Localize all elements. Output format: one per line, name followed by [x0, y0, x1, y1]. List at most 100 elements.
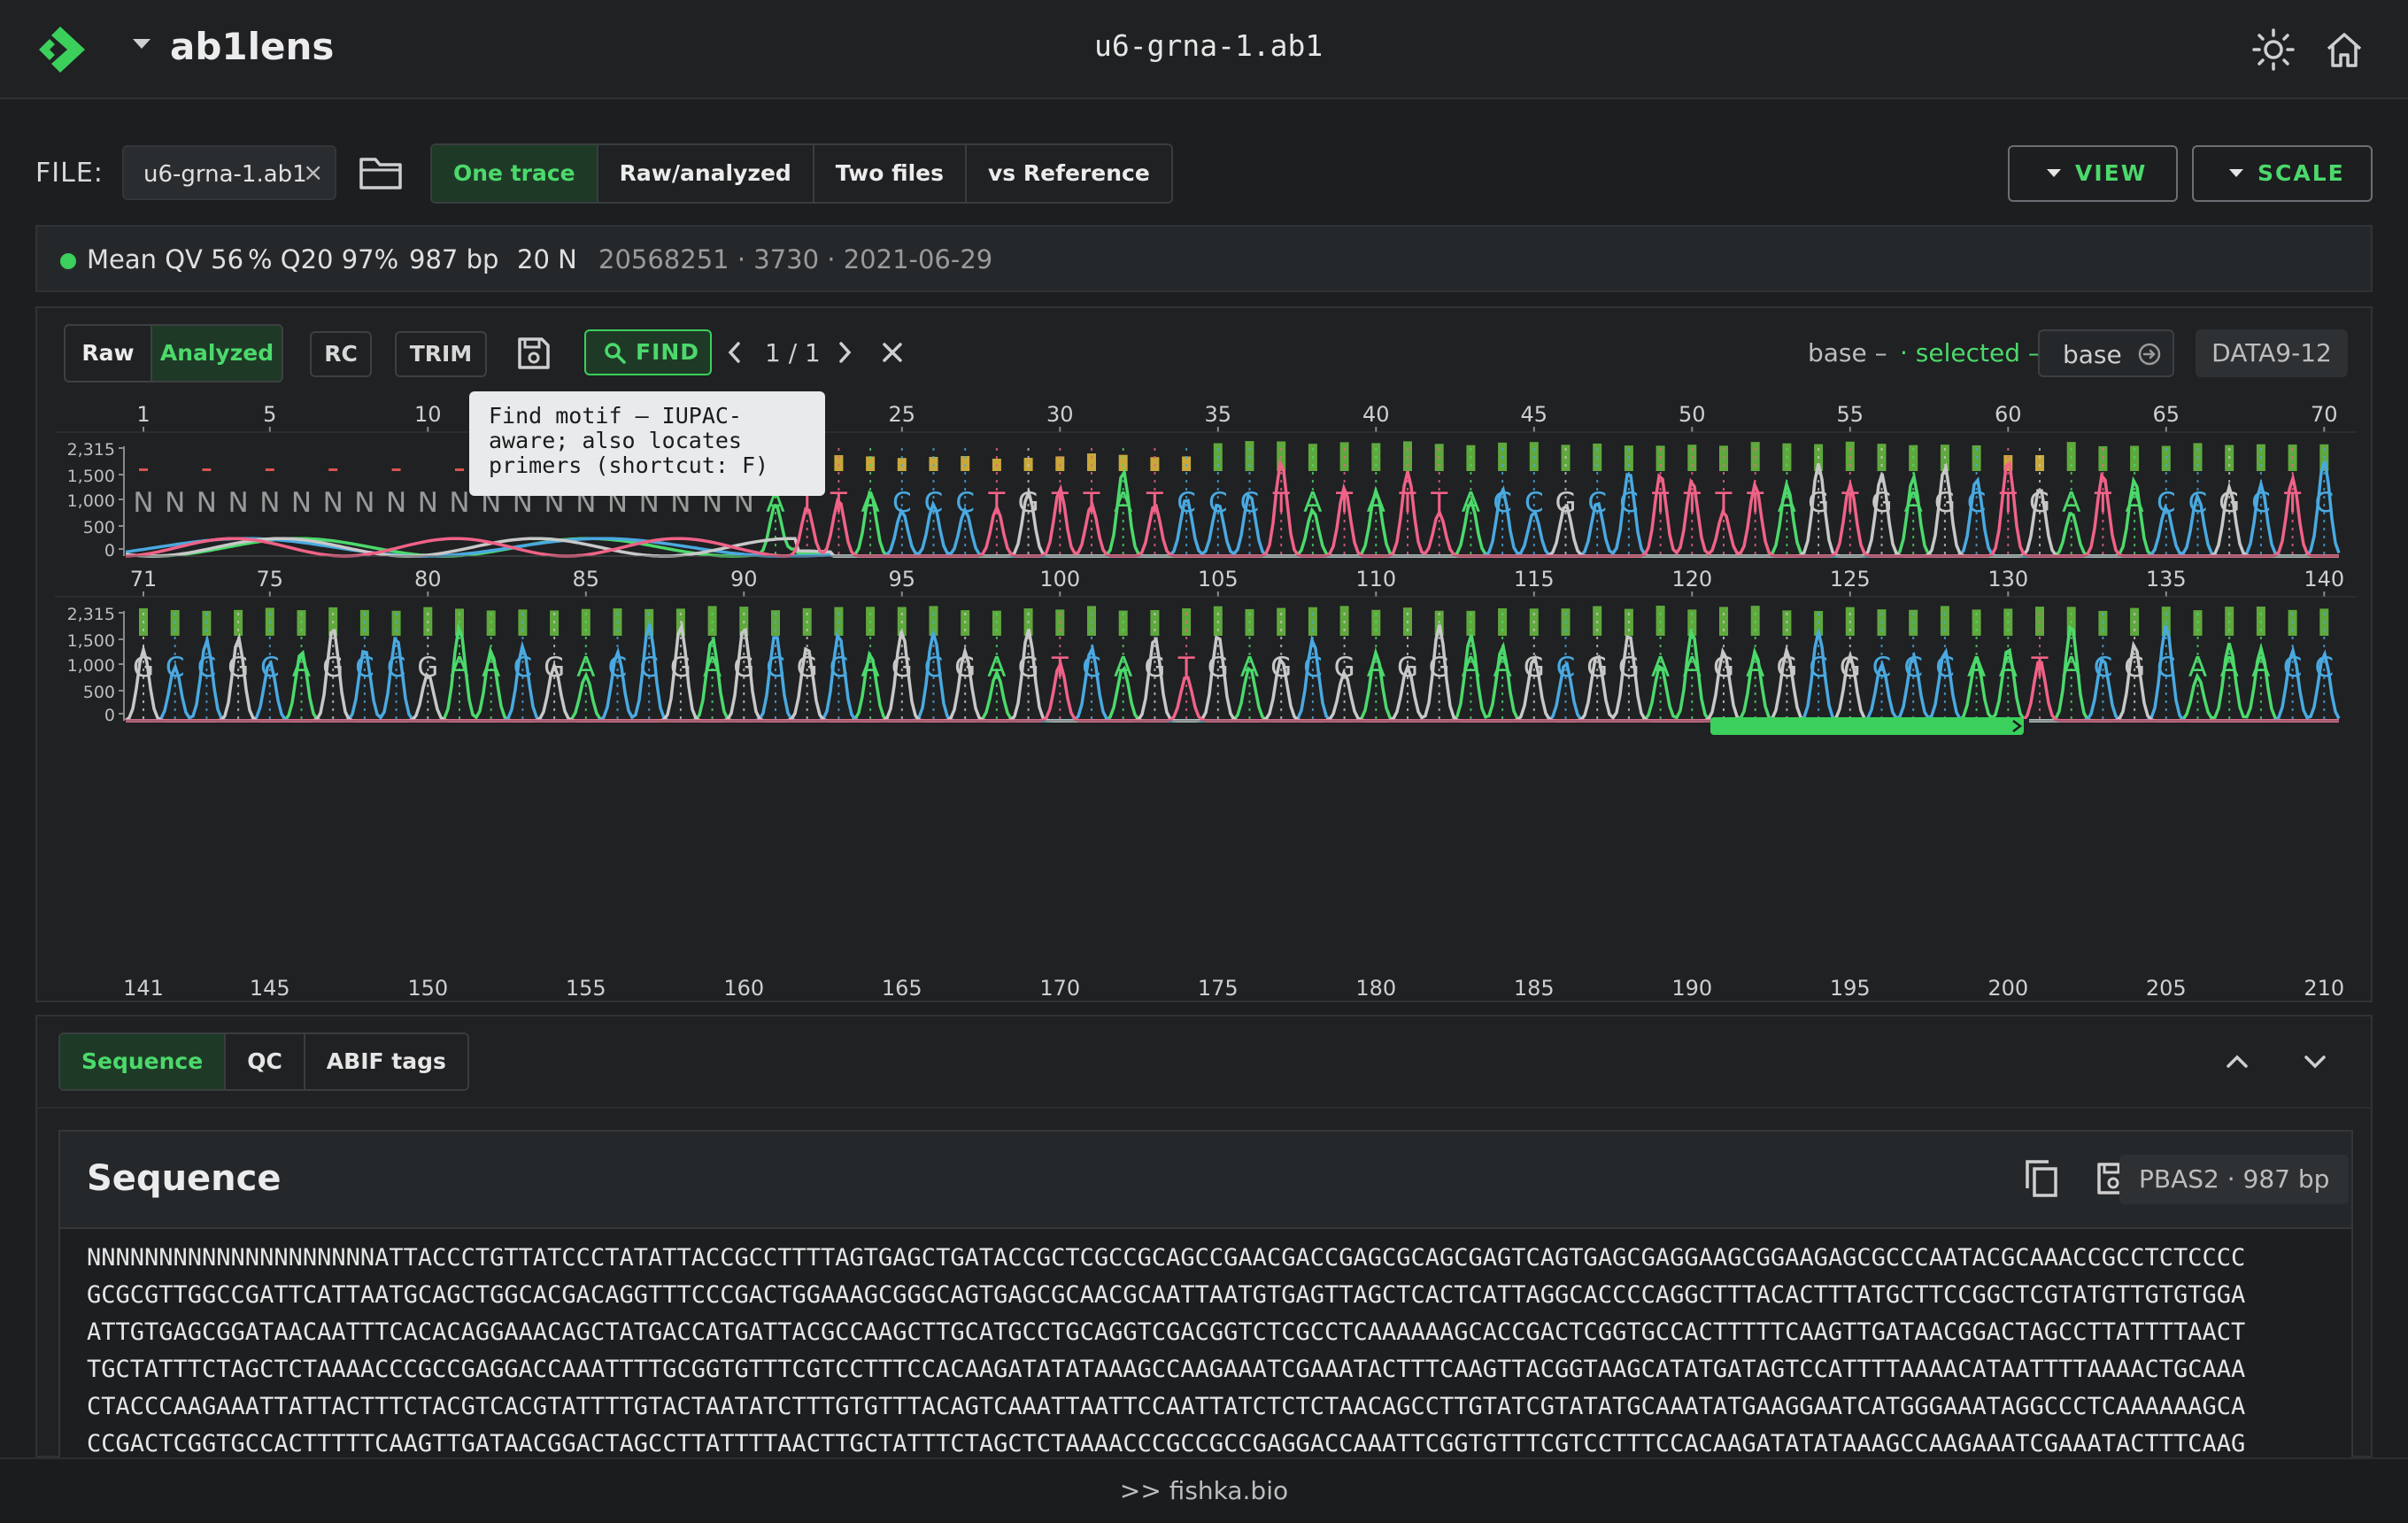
base-call: N — [449, 487, 469, 519]
ruler-tick-label: 210 — [2304, 976, 2344, 1001]
ruler-tick-label: 65 — [2153, 402, 2180, 427]
raw-toggle[interactable]: Raw — [66, 326, 152, 381]
trace-row-3: 141 145 150 155 160 165 170 175 180 185 190 195 200 2… — [123, 976, 2344, 1001]
ruler-tick-label: 115 — [1514, 567, 1555, 591]
ruler-tick-label: 175 — [1198, 976, 1239, 1001]
ruler-tick-label: 200 — [1987, 976, 2028, 1001]
base-jump-input[interactable]: base — [2038, 329, 2174, 377]
chevron-left-icon[interactable] — [724, 340, 745, 365]
scale-button-label: SCALE — [2258, 160, 2345, 186]
base-call: N — [291, 487, 312, 519]
sequence-line: CTACCCAAGAAATTATTACTTTCTACGTCACGTATTTTGT… — [87, 1393, 2246, 1420]
footer: >> fishka.bio — [0, 1457, 2408, 1523]
app-logo-icon[interactable] — [34, 23, 94, 76]
theme-sun-icon[interactable] — [2249, 25, 2298, 74]
y-axis-label: 2,315 — [67, 605, 115, 624]
tab-sequence[interactable]: Sequence — [60, 1034, 227, 1089]
mode-one-trace[interactable]: One trace — [432, 145, 598, 202]
ruler-tick-label: 110 — [1355, 567, 1396, 591]
q20-percent: % Q20 97% — [248, 244, 399, 274]
base-jump-placeholder: base — [2063, 340, 2122, 369]
chevron-right-icon[interactable] — [834, 340, 855, 365]
mode-raw-analyzed[interactable]: Raw/analyzed — [598, 145, 814, 202]
mode-two-files[interactable]: Two files — [814, 145, 968, 202]
chevron-down-icon[interactable] — [2302, 1048, 2328, 1075]
sequence-tabs: Sequence QC ABIF tags — [58, 1032, 469, 1091]
find-button-label: FIND — [636, 339, 700, 365]
quality-status-dot — [60, 253, 76, 269]
save-icon[interactable] — [515, 335, 552, 372]
y-axis-label: 0 — [104, 541, 115, 560]
ruler-tick-label: 141 — [123, 976, 164, 1001]
chevron-up-icon[interactable] — [2224, 1048, 2250, 1075]
base-call: N — [386, 487, 406, 519]
tab-abif-tags[interactable]: ABIF tags — [305, 1034, 467, 1089]
sequence-line: ATTGTGAGCGGATAACAATTTCACACAGGAAACAGCTATG… — [87, 1318, 2246, 1346]
run-metadata: 20568251 · 3730 · 2021-06-29 — [598, 244, 993, 274]
y-axis-label: 1,000 — [67, 491, 115, 511]
sequence-text[interactable]: NNNNNNNNNNNNNNNNNNNNATTACCCTGTTATCCCTATA… — [60, 1227, 2351, 1459]
copy-icon[interactable] — [2024, 1158, 2059, 1199]
ruler-tick-label: 140 — [2304, 567, 2344, 591]
ruler-tick-label: 180 — [1355, 976, 1396, 1001]
base-readout: base – — [1808, 338, 1887, 367]
chromatogram[interactable]: 1510152025303540455055606570NNNNNNNNNNNN… — [37, 397, 2373, 1002]
chevron-down-icon — [2229, 168, 2243, 177]
ruler-tick-label: 120 — [1671, 567, 1712, 591]
ruler-tick-label: 30 — [1046, 402, 1074, 427]
quality-bar — [139, 468, 148, 471]
mean-qv: Mean QV 56 — [87, 244, 244, 274]
find-button[interactable]: FIND — [584, 329, 712, 375]
ruler-tick-label: 135 — [2146, 567, 2187, 591]
primer-bar — [1710, 717, 2024, 735]
ruler-tick-label: 130 — [1987, 567, 2028, 591]
app-name: ab1lens — [170, 25, 335, 68]
primer-bar-end — [2024, 719, 2029, 733]
base-call: N — [354, 487, 374, 519]
trim-button[interactable]: TRIM — [395, 331, 487, 377]
close-icon[interactable]: × — [303, 158, 323, 187]
file-title: u6-grna-1.ab1 — [1094, 28, 1324, 63]
analyzed-toggle[interactable]: Analyzed — [152, 326, 282, 381]
trace-panel: Raw Analyzed RC TRIM FIND 1 / 1 base – ·… — [35, 306, 2373, 1002]
match-pager: 1 / 1 — [765, 338, 821, 367]
app-menu-chevron-icon[interactable] — [133, 39, 150, 49]
go-arrow-icon[interactable] — [2137, 342, 2162, 367]
top-bar: ab1lens u6-grna-1.ab1 — [0, 0, 2408, 99]
sequence-source-badge: PBAS2 · 987 bp — [2119, 1155, 2350, 1204]
view-button[interactable]: VIEW — [2008, 145, 2178, 202]
ruler-tick-label: 195 — [1830, 976, 1871, 1001]
sequence-title: Sequence — [87, 1158, 282, 1199]
close-icon[interactable] — [880, 340, 905, 365]
n-count: 20 N — [517, 244, 577, 274]
primer-annotation — [1710, 717, 2029, 735]
mode-vs-reference[interactable]: vs Reference — [967, 145, 1171, 202]
selected-readout: · selected – — [1900, 338, 2041, 367]
ruler-tick-label: 100 — [1039, 567, 1080, 591]
ruler-tick-label: 190 — [1671, 976, 1712, 1001]
tab-qc[interactable]: QC — [226, 1034, 305, 1089]
scale-button[interactable]: SCALE — [2192, 145, 2373, 202]
ruler-tick-label: 55 — [1837, 402, 1864, 427]
y-axis-label: 2,315 — [67, 440, 115, 460]
trace-row: 1510152025303540455055606570NNNNNNNNNNNN… — [55, 402, 2357, 560]
ruler-tick-label: 60 — [1995, 402, 2022, 427]
ruler-tick-label: 45 — [1521, 402, 1548, 427]
file-chip[interactable]: u6-grna-1.ab1 × — [122, 145, 336, 200]
ruler-tick-label: 95 — [889, 567, 916, 591]
stats-bar: Mean QV 56 % Q20 97% 987 bp 20 N 2056825… — [35, 225, 2373, 292]
rc-button[interactable]: RC — [310, 331, 372, 377]
ruler-tick-label: 205 — [2146, 976, 2187, 1001]
ruler-tick-label: 150 — [407, 976, 448, 1001]
length-bp: 987 bp — [409, 244, 499, 274]
home-icon[interactable] — [2319, 25, 2369, 74]
sequence-line: GCGCGTTGGCCGATTCATTAATGCAGCTGGCACGACAGGT… — [87, 1281, 2246, 1309]
sequence-line: TGCTATTTCTAGCTCTAAAACCCGCCGAGGACCAAATTTT… — [87, 1356, 2246, 1383]
ruler-tick-label: 71 — [130, 567, 158, 591]
ruler-tick-label: 5 — [263, 402, 276, 427]
folder-icon[interactable] — [358, 152, 404, 193]
view-button-label: VIEW — [2075, 160, 2148, 186]
quality-bar — [391, 468, 401, 471]
sequence-line: NNNNNNNNNNNNNNNNNNNNATTACCCTGTTATCCCTATA… — [87, 1244, 2246, 1272]
chevron-down-icon — [2047, 168, 2061, 177]
